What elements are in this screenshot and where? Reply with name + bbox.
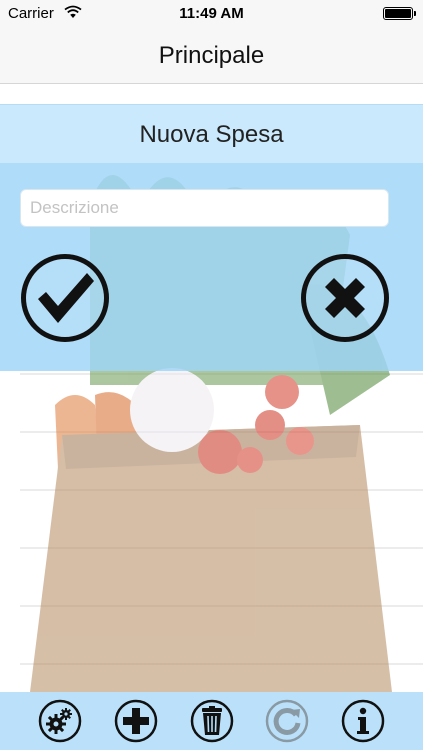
page-title: Principale	[158, 42, 265, 69]
delete-button[interactable]	[190, 699, 234, 743]
cancel-button[interactable]	[301, 254, 389, 342]
refresh-icon	[265, 699, 309, 743]
dialog-title: Nuova Spesa	[139, 121, 284, 148]
settings-button[interactable]	[38, 699, 82, 743]
gears-icon	[38, 699, 82, 743]
info-button[interactable]	[341, 699, 385, 743]
checkmark-icon	[38, 273, 94, 323]
confirm-button[interactable]	[21, 254, 109, 342]
info-icon	[341, 699, 385, 743]
dialog-header: Nuova Spesa	[0, 104, 423, 163]
navigation-bar: Principale	[0, 28, 423, 84]
add-button[interactable]	[114, 699, 158, 743]
new-expense-dialog	[0, 163, 423, 371]
clock-time: 11:49 AM	[179, 5, 244, 22]
refresh-button[interactable]	[265, 699, 309, 743]
bottom-toolbar	[0, 692, 423, 750]
close-x-icon	[325, 278, 365, 318]
trash-icon	[190, 699, 234, 743]
description-input[interactable]	[20, 189, 389, 227]
plus-icon	[114, 699, 158, 743]
status-bar: Carrier 11:49 AM	[0, 0, 423, 28]
battery-icon	[383, 7, 416, 20]
